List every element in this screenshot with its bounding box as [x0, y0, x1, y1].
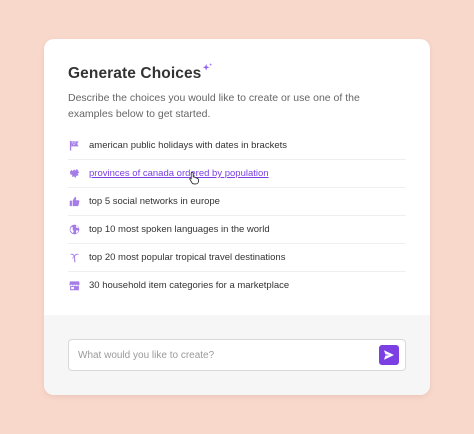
- example-label: top 20 most popular tropical travel dest…: [89, 252, 286, 263]
- send-icon: [384, 350, 394, 360]
- example-label: top 10 most spoken languages in the worl…: [89, 224, 270, 235]
- title-row: Generate Choices: [68, 63, 406, 84]
- prompt-input[interactable]: [78, 349, 368, 361]
- example-item[interactable]: american public holidays with dates in b…: [68, 132, 406, 160]
- page-description: Describe the choices you would like to c…: [68, 92, 360, 120]
- pointer-cursor-icon: [189, 171, 199, 185]
- example-item[interactable]: top 10 most spoken languages in the worl…: [68, 216, 406, 244]
- send-button[interactable]: [379, 345, 399, 365]
- flag-icon: [68, 139, 81, 152]
- sparkle-icon: [203, 63, 213, 71]
- prompt-box: [68, 339, 406, 371]
- generate-choices-card: Generate Choices Describe the choices yo…: [44, 39, 430, 395]
- example-label: american public holidays with dates in b…: [89, 140, 288, 151]
- example-item[interactable]: top 5 social networks in europe: [68, 188, 406, 216]
- card-content: Generate Choices Describe the choices yo…: [44, 39, 430, 315]
- example-label: 30 household item categories for a marke…: [89, 280, 290, 291]
- example-item[interactable]: provinces of canada ordered by populatio…: [68, 160, 406, 188]
- storefront-icon: [68, 279, 81, 292]
- prompt-area: [44, 315, 430, 395]
- page-title: Generate Choices: [68, 65, 202, 82]
- globe-icon: [68, 223, 81, 236]
- example-item[interactable]: top 20 most popular tropical travel dest…: [68, 244, 406, 272]
- example-item[interactable]: 30 household item categories for a marke…: [68, 272, 406, 299]
- palm-tree-icon: [68, 251, 81, 264]
- thumbs-up-icon: [68, 195, 81, 208]
- example-label: top 5 social networks in europe: [89, 196, 220, 207]
- example-label: provinces of canada ordered by populatio…: [89, 168, 269, 179]
- examples-list: american public holidays with dates in b…: [68, 132, 406, 299]
- canada-map-icon: [68, 167, 81, 180]
